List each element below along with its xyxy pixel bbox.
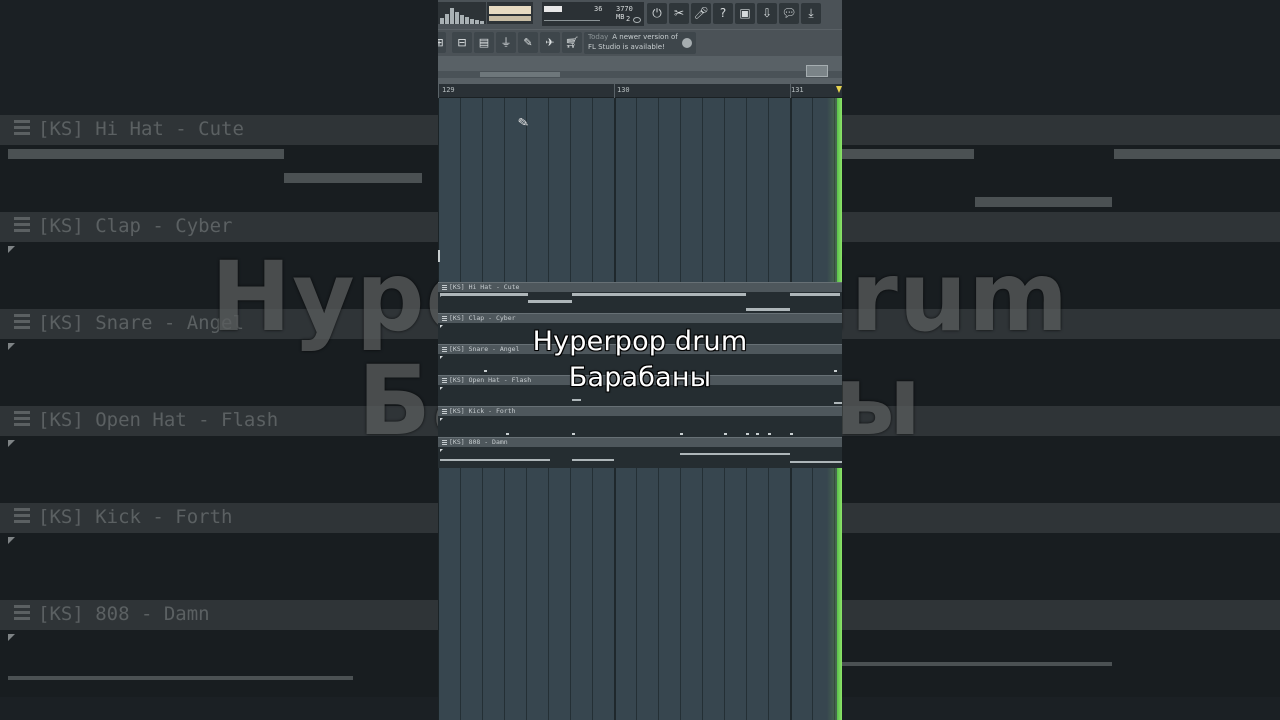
hint-line1: A newer version of [612,33,678,41]
timeline-ruler[interactable]: 129 130 131 [438,84,842,98]
pencil-cursor-icon: ✎ [516,115,531,132]
shop-icon[interactable]: 🛒︎ [562,32,582,53]
hint-line2: FL Studio is available! [588,43,665,51]
track-menu-icon[interactable] [442,316,447,321]
bar-number: 131 [791,86,804,94]
performance-monitor[interactable]: 36 3770 MB 2 [542,2,644,26]
horizontal-scrollbar[interactable] [438,65,842,78]
mixer-icon[interactable]: ⊞ [438,32,446,53]
cpu-graph [438,2,486,24]
bar-number: 129 [442,86,455,94]
caption-line1: Hyperpop drum [532,326,748,357]
update-hint[interactable]: Today A newer version of FL Studio is ava… [584,32,696,54]
tempo-icon[interactable]: ✎ [518,32,538,53]
track-808[interactable]: [KS] 808 - Damn [438,437,842,468]
channel-rack-icon[interactable]: ⊟ [452,32,472,53]
download-icon[interactable]: ⤓ [801,3,821,24]
track-hihat[interactable]: [KS] Hi Hat - Cute [438,282,842,313]
browser-icon[interactable]: ▤ [474,32,494,53]
track-kick[interactable]: [KS] Kick - Forth [438,406,842,437]
power-icon[interactable]: ⏻ [647,3,667,24]
video-caption: Hyperpop drum Барабаны [438,324,842,396]
track-label: [KS] 808 - Damn [449,438,508,446]
cpu-value: 36 [594,5,603,13]
track-menu-icon[interactable] [442,285,447,290]
output-meter [487,2,533,24]
chat-icon[interactable]: 💬︎ [779,3,799,24]
hint-prefix: Today [588,33,609,41]
track-label: [KS] Hi Hat - Cute [449,283,520,291]
scrollbar-thumb[interactable] [480,72,560,77]
track-menu-icon[interactable] [442,409,447,414]
save-icon[interactable]: ▣ [735,3,755,24]
position-handle[interactable] [806,65,828,77]
main-toolbar: 36 3770 MB 2 ⏻ ✂ 🎤︎ ? ▣ ⇩ 💬︎ ⤓ [438,0,842,29]
render-icon[interactable]: ⇩ [757,3,777,24]
plugin-icon[interactable]: ⏚ [496,32,516,53]
help-icon[interactable]: ? [713,3,733,24]
track-menu-icon[interactable] [442,440,447,445]
microphone-icon[interactable]: 🎤︎ [691,3,711,24]
bar-number: 130 [617,86,630,94]
polyphony-value: 2 [626,15,631,23]
song-end-marker[interactable] [836,86,842,93]
track-label: [KS] Clap - Cyber [449,314,516,322]
caption-line2: Барабаны [568,362,712,393]
globe-icon [682,38,692,48]
tools-icon[interactable]: ✈ [540,32,560,53]
window-toolbar: ⊞ ⊟ ▤ ⏚ ✎ ✈ 🛒︎ Today A newer version of F… [438,29,842,56]
cut-icon[interactable]: ✂ [669,3,689,24]
song-overview[interactable] [438,56,842,84]
track-label: [KS] Kick - Forth [449,407,516,415]
